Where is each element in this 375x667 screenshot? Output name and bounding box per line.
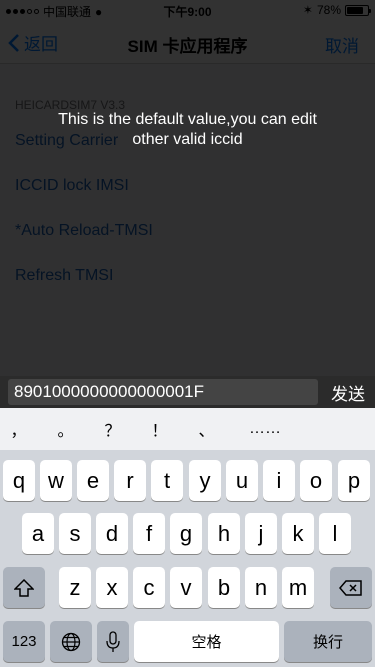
key-k[interactable]: k — [282, 513, 314, 554]
status-bar: 中国联通 ● 下午9:00 ✶ 78% — [0, 0, 375, 20]
microphone-key[interactable] — [97, 621, 129, 662]
microphone-icon — [106, 630, 120, 652]
battery-icon — [345, 4, 371, 16]
return-key[interactable]: 换行 — [284, 621, 372, 662]
key-x[interactable]: x — [96, 567, 128, 608]
key-w[interactable]: w — [40, 460, 72, 501]
candidate-ellipsis[interactable]: …… — [235, 420, 295, 438]
cancel-button[interactable]: 取消 — [325, 32, 359, 57]
key-j[interactable]: j — [245, 513, 277, 554]
key-a[interactable]: a — [22, 513, 54, 554]
key-h[interactable]: h — [208, 513, 240, 554]
toast-message: This is the default value,you can edit o… — [0, 110, 375, 150]
candidate-comma[interactable]: ， — [0, 417, 37, 441]
key-q[interactable]: q — [3, 460, 35, 501]
key-n[interactable]: n — [245, 567, 277, 608]
key-s[interactable]: s — [59, 513, 91, 554]
key-t[interactable]: t — [151, 460, 183, 501]
delete-key[interactable] — [330, 567, 372, 608]
key-m[interactable]: m — [282, 567, 314, 608]
list-item-refresh-tmsi[interactable]: Refresh TMSI — [15, 267, 360, 285]
list-item-iccid-lock[interactable]: ICCID lock IMSI — [15, 177, 360, 195]
key-c[interactable]: c — [133, 567, 165, 608]
list-item-auto-reload[interactable]: *Auto Reload-TMSI — [15, 222, 360, 240]
candidate-period[interactable]: 。 — [47, 417, 84, 441]
key-o[interactable]: o — [300, 460, 332, 501]
numbers-key[interactable]: 123 — [3, 621, 45, 662]
key-u[interactable]: u — [226, 460, 258, 501]
key-p[interactable]: p — [338, 460, 370, 501]
candidate-question[interactable]: ？ — [94, 417, 131, 441]
candidate-dunhao[interactable]: 、 — [188, 417, 225, 441]
key-f[interactable]: f — [133, 513, 165, 554]
page-title: SIM 卡应用程序 — [127, 37, 248, 56]
key-v[interactable]: v — [170, 567, 202, 608]
key-r[interactable]: r — [114, 460, 146, 501]
send-button[interactable]: 发送 — [331, 380, 365, 405]
globe-icon — [61, 632, 81, 651]
key-d[interactable]: d — [96, 513, 128, 554]
key-b[interactable]: b — [208, 567, 240, 608]
shift-icon — [14, 578, 34, 597]
candidate-exclaim[interactable]: ！ — [141, 417, 178, 441]
key-y[interactable]: y — [189, 460, 221, 501]
iccid-input[interactable]: 8901000000000000001F — [8, 379, 318, 405]
key-l[interactable]: l — [319, 513, 351, 554]
toast-line-2: other valid iccid — [132, 131, 243, 148]
key-z[interactable]: z — [59, 567, 91, 608]
input-bar: 8901000000000000001F 发送 — [0, 376, 375, 408]
key-e[interactable]: e — [77, 460, 109, 501]
space-key[interactable]: 空格 — [134, 621, 279, 662]
globe-key[interactable] — [50, 621, 92, 662]
candidate-bar: ， 。 ？ ！ 、 …… — [0, 408, 375, 450]
backspace-icon — [339, 579, 362, 596]
key-g[interactable]: g — [170, 513, 202, 554]
battery-percent: 78% — [316, 3, 341, 17]
bluetooth-icon: ✶ — [302, 3, 313, 17]
navigation-bar: 返回 SIM 卡应用程序 取消 — [0, 20, 375, 64]
toast-line-1: This is the default value,you can edit — [58, 111, 317, 128]
shift-key[interactable] — [3, 567, 45, 608]
key-i[interactable]: i — [263, 460, 295, 501]
keyboard: ， 。 ？ ！ 、 …… q w e r t y u i o p a s d f… — [0, 408, 375, 667]
